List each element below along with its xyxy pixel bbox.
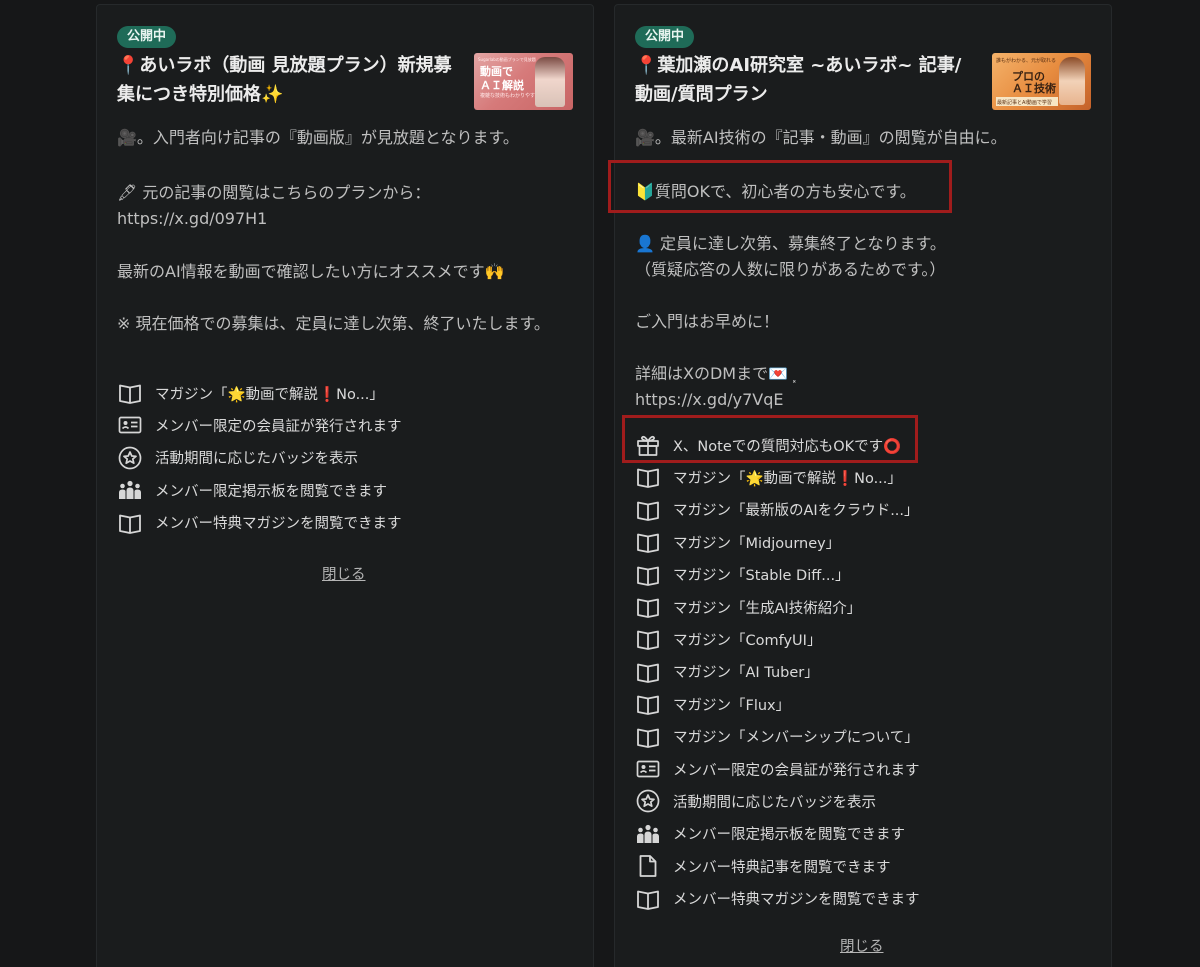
description-link[interactable]: https://x.gd/y7VqE — [635, 387, 1095, 413]
feature-label: マガジン「最新版のAIをクラウド...」 — [673, 503, 919, 520]
document-icon — [635, 853, 661, 879]
description-line: 🎥。最新AI技術の『記事・動画』の閲覧が自由に。 — [635, 128, 1007, 147]
feature-item: メンバー特典マガジンを閲覧できます — [635, 883, 1095, 915]
feature-item: メンバー特典マガジンを閲覧できます — [117, 507, 577, 539]
book-icon — [635, 497, 661, 523]
description-line: （質疑応答の人数に限りがあるためです。） — [635, 260, 946, 279]
status-badge: 公開中 — [635, 26, 695, 48]
feature-label: マガジン「Stable Diff...」 — [673, 568, 850, 585]
feature-item: マガジン「🌟動画で解説❗No...」 — [635, 461, 1095, 493]
description-link[interactable]: https://x.gd/097H1 — [117, 206, 577, 232]
feature-label: メンバー特典マガジンを閲覧できます — [155, 516, 402, 533]
feature-item: マガジン「Stable Diff...」 — [635, 559, 1095, 591]
feature-label: マガジン「メンバーシップについて」 — [673, 730, 919, 747]
book-icon — [635, 659, 661, 685]
thumbnail-text: 動画で ＡＩ解説 — [480, 65, 524, 92]
description-line: ご入門はお早めに！ — [635, 312, 780, 331]
people-icon — [117, 477, 143, 503]
description-line: 👤 定員に達し次第、募集終了となります。 — [635, 234, 946, 253]
feature-label: マガジン「🌟動画で解説❗No...」 — [673, 470, 902, 487]
badge-star-icon — [635, 788, 661, 814]
feature-item: マガジン「メンバーシップについて」 — [635, 721, 1095, 753]
feature-label: メンバー限定掲示板を閲覧できます — [673, 827, 905, 844]
book-icon — [635, 724, 661, 750]
feature-item: マガジン「Midjourney」 — [635, 526, 1095, 558]
feature-item: 活動期間に応じたバッジを表示 — [635, 785, 1095, 817]
feature-item: メンバー特典記事を閲覧できます — [635, 850, 1095, 882]
feature-item: メンバー限定掲示板を閲覧できます — [117, 474, 577, 506]
badge-star-icon — [117, 445, 143, 471]
plan-card-left: 公開中 📍あいラボ（動画 見放題プラン）新規募集につき特別価格✨ Sugarla… — [96, 4, 594, 967]
feature-label: メンバー特典記事を閲覧できます — [673, 859, 891, 876]
id-card-icon — [635, 756, 661, 782]
feature-item: 活動期間に応じたバッジを表示 — [117, 442, 577, 474]
description-line: 🖋 元の記事の閲覧はこちらのプランから： — [117, 183, 431, 202]
feature-label: マガジン「🌟動画で解説❗No...」 — [155, 386, 384, 403]
thumbnail-subtext: 複雑な技術もわかりやすく — [480, 93, 541, 99]
thumbnail-subtext: 最新記事とAI動画で学習 — [997, 100, 1052, 106]
book-icon — [635, 464, 661, 490]
plan-title: 📍あいラボ（動画 見放題プラン）新規募集につき特別価格✨ — [117, 55, 452, 105]
thumbnail-person — [1059, 57, 1085, 105]
status-badge: 公開中 — [117, 26, 177, 48]
feature-label: メンバー特典マガジンを閲覧できます — [673, 892, 920, 909]
close-button[interactable]: 閉じる — [840, 935, 884, 956]
thumbnail-top-text: Sugarlabの動画プランで見放題 — [478, 57, 536, 62]
feature-item: マガジン「🌟動画で解説❗No...」 — [117, 377, 577, 409]
feature-item: メンバー限定の会員証が発行されます — [635, 753, 1095, 785]
feature-item: マガジン「ComfyUI」 — [635, 623, 1095, 655]
feature-item: メンバー限定掲示板を閲覧できます — [635, 818, 1095, 850]
book-icon — [635, 594, 661, 620]
feature-label: マガジン「Midjourney」 — [673, 535, 841, 552]
plan-card-right: 公開中 📍葉加瀬のAI研究室 ~あいラボ~ 記事/動画/質問プラン 誰もがわかる… — [614, 4, 1112, 967]
feature-item: マガジン「生成AI技術紹介」 — [635, 591, 1095, 623]
feature-item: マガジン「最新版のAIをクラウド...」 — [635, 494, 1095, 526]
feature-label: 活動期間に応じたバッジを表示 — [155, 451, 358, 468]
feature-item: マガジン「AI Tuber」 — [635, 656, 1095, 688]
feature-label: マガジン「Flux」 — [673, 697, 791, 714]
feature-item: メンバー限定の会員証が発行されます — [117, 409, 577, 441]
id-card-icon — [117, 412, 143, 438]
feature-label: メンバー限定の会員証が発行されます — [673, 762, 920, 779]
book-icon — [117, 510, 143, 536]
thumbnail-person — [535, 57, 565, 107]
description-line: 🎥。入門者向け記事の『動画版』が見放題となります。 — [117, 128, 519, 147]
book-icon — [635, 562, 661, 588]
close-button[interactable]: 閉じる — [322, 563, 366, 584]
plan-title: 📍葉加瀬のAI研究室 ~あいラボ~ 記事/動画/質問プラン — [635, 55, 962, 105]
highlight-box — [608, 160, 952, 213]
book-icon — [117, 380, 143, 406]
people-icon — [635, 821, 661, 847]
thumbnail-text: プロの ＡＩ技術 — [1012, 70, 1056, 95]
feature-label: 活動期間に応じたバッジを表示 — [673, 794, 876, 811]
thumbnail-top-text: 誰もがわかる、元が取れる — [996, 58, 1057, 64]
highlight-box — [622, 415, 918, 463]
book-icon — [635, 691, 661, 717]
feature-label: マガジン「AI Tuber」 — [673, 665, 819, 682]
feature-label: メンバー限定の会員証が発行されます — [155, 418, 402, 435]
feature-label: マガジン「生成AI技術紹介」 — [673, 600, 862, 617]
plan-thumbnail: 誰もがわかる、元が取れる プロの ＡＩ技術 最新記事とAI動画で学習 — [992, 53, 1091, 110]
plan-thumbnail: Sugarlabの動画プランで見放題 動画で ＡＩ解説 複雑な技術もわかりやすく — [474, 53, 573, 110]
book-icon — [635, 529, 661, 555]
description-line: ※ 現在価格での募集は、定員に達し次第、終了いたします。 — [117, 314, 550, 333]
feature-label: マガジン「ComfyUI」 — [673, 632, 822, 649]
description-line: 詳細はXのDMまで💌 ⸼ — [635, 364, 797, 383]
book-icon — [635, 886, 661, 912]
feature-item: マガジン「Flux」 — [635, 688, 1095, 720]
feature-label: メンバー限定掲示板を閲覧できます — [155, 483, 387, 500]
book-icon — [635, 626, 661, 652]
description-line: 最新のAI情報を動画で確認したい方にオススメです🙌 — [117, 262, 505, 281]
